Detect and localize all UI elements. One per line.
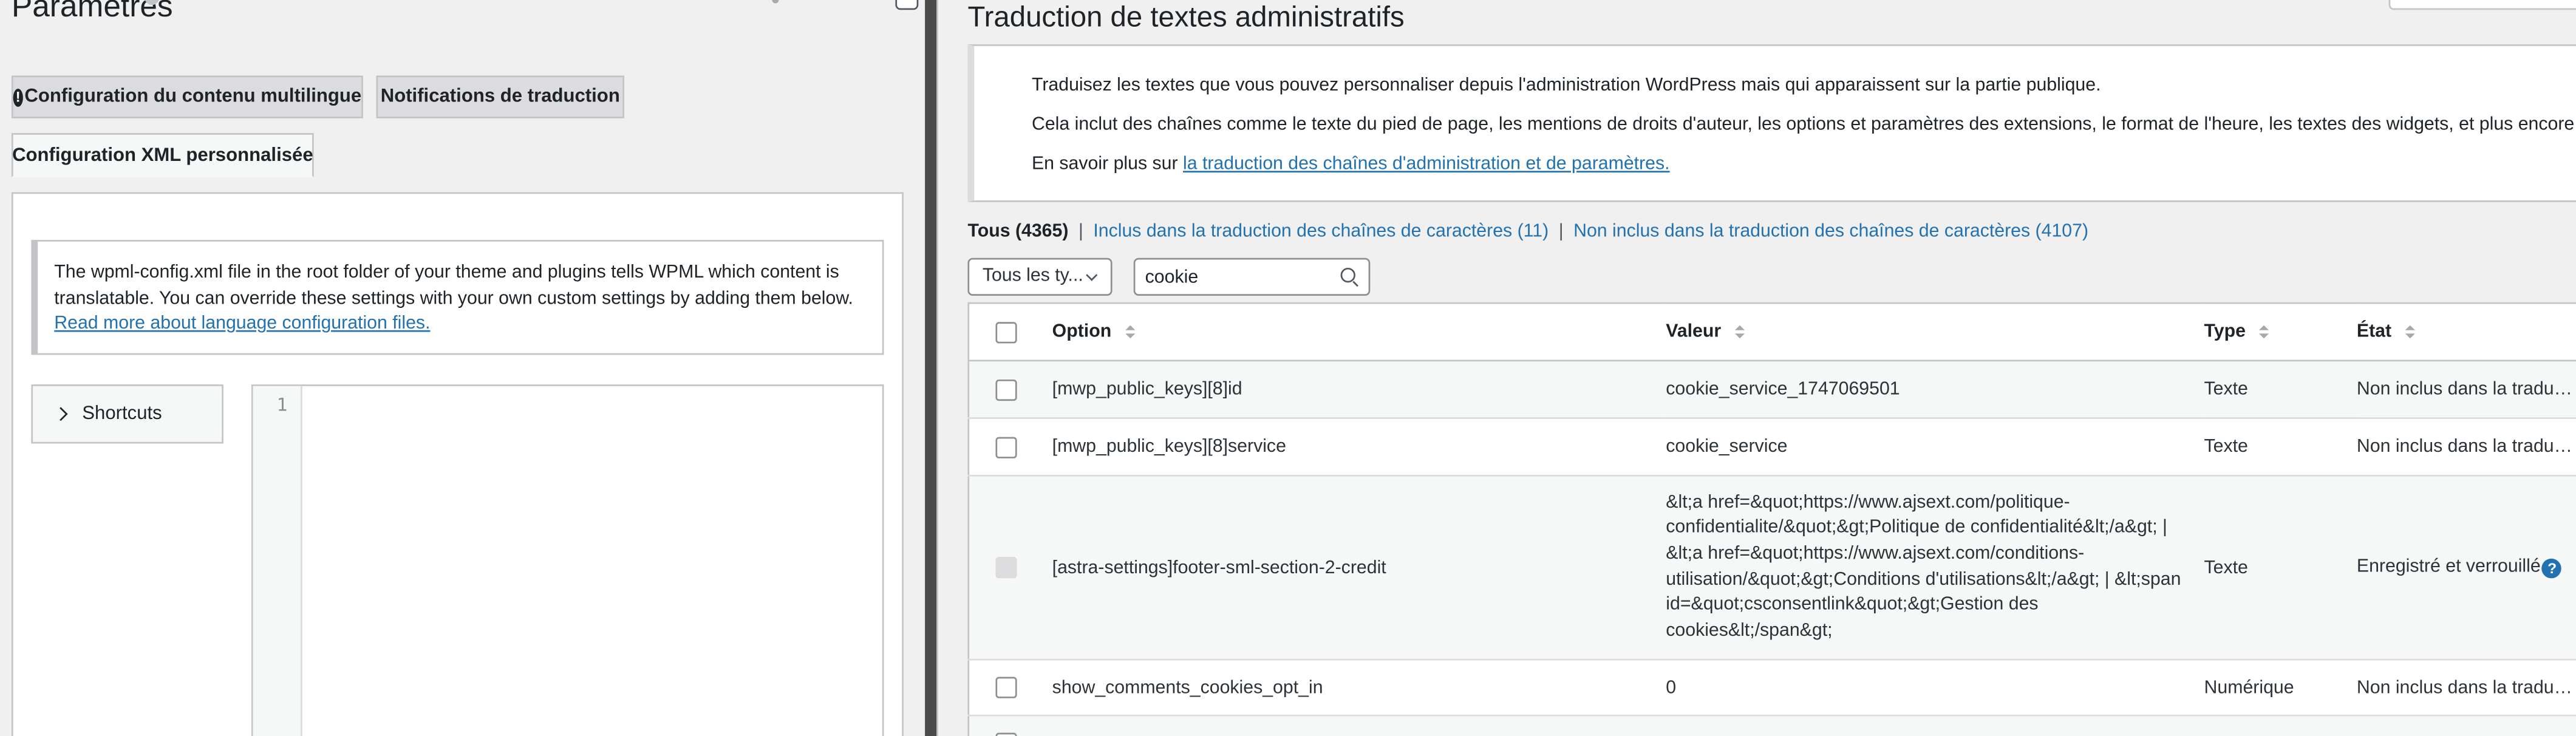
tab-multilingual-label: Configuration du contenu multilingue bbox=[24, 87, 362, 107]
type-filter-selected: Tous les ty... bbox=[982, 266, 1083, 286]
row-checkbox-cell bbox=[969, 361, 1052, 418]
screen-options-button[interactable] bbox=[2388, 0, 2576, 10]
intro-paragraph-2: Cela inclut des chaînes comme le texte d… bbox=[1031, 115, 2576, 135]
row-checkbox-cell bbox=[969, 659, 1052, 715]
status-filter-links: Tous (4365) | Inclus dans la traduction … bbox=[967, 222, 2088, 241]
screen-root: Paramètres ! Configuration du contenu mu… bbox=[0, 0, 2576, 736]
column-value-label: Valeur bbox=[1666, 322, 1722, 342]
filter-included[interactable]: Inclus dans la traduction des chaînes de… bbox=[1093, 222, 1549, 241]
select-all-checkbox[interactable] bbox=[995, 321, 1017, 343]
column-header-value[interactable]: Valeur bbox=[1666, 303, 2204, 361]
header-checkbox-cell bbox=[969, 303, 1052, 361]
row-checkbox[interactable] bbox=[995, 732, 1017, 736]
language-config-docs-link[interactable]: Read more about language configuration f… bbox=[54, 314, 430, 333]
cell-value: 0 bbox=[1666, 677, 1677, 698]
table-row: [mwp_public_keys][8]service cookie_servi… bbox=[968, 418, 2576, 476]
chevron-down-icon bbox=[1086, 269, 1098, 281]
cell-option: [mwp_public_keys][8]id bbox=[1052, 379, 1242, 400]
cell-state bbox=[2357, 715, 2576, 736]
cell-state-text: Non inclus dans la traduction des chaîne… bbox=[2356, 677, 2574, 698]
table-row: [mwp_public_keys][8]id cookie_service_17… bbox=[968, 360, 2576, 418]
cell-type: Texte bbox=[2204, 379, 2248, 400]
sort-arrows-icon bbox=[2404, 325, 2414, 339]
sort-arrows-icon bbox=[1124, 325, 1135, 339]
cell-state-text: Non inclus dans la traduction des chaîne… bbox=[2356, 379, 2574, 400]
table-row: [astra-settings]footer-sml-section-2-cre… bbox=[968, 475, 2576, 660]
editor-line-number: 1 bbox=[276, 394, 288, 416]
row-checkbox[interactable] bbox=[995, 436, 1017, 458]
column-header-state[interactable]: État bbox=[2357, 303, 2576, 361]
chevron-right-icon bbox=[53, 407, 68, 421]
tab-multilingual-content[interactable]: ! Configuration du contenu multilingue bbox=[11, 75, 363, 118]
cell-state: Enregistré et verrouillé? bbox=[2357, 475, 2576, 659]
alert-icon: ! bbox=[13, 87, 23, 106]
panel-toggle-icon[interactable] bbox=[895, 0, 919, 10]
sort-arrows-icon bbox=[1734, 325, 1745, 339]
cell-type bbox=[2204, 715, 2357, 736]
intro-learn-more-prefix: En savoir plus sur bbox=[1031, 154, 1183, 174]
cell-value: &lt;a href=&quot;https://www.ajsext.com/… bbox=[1666, 492, 2181, 641]
admin-strings-docs-link[interactable]: la traduction des chaînes d'administrati… bbox=[1183, 154, 1670, 174]
intro-box: Traduisez les textes que vous pouvez per… bbox=[967, 44, 2576, 202]
cell-option: [astra-settings]footer-sml-section-2-cre… bbox=[1052, 557, 1386, 578]
cell-value: cookie_service bbox=[1666, 437, 1788, 457]
filter-separator: | bbox=[1078, 222, 1083, 242]
settings-panel: Paramètres ! Configuration du contenu mu… bbox=[0, 0, 925, 736]
shortcuts-toggle[interactable]: Shortcuts bbox=[31, 384, 223, 444]
row-checkbox[interactable] bbox=[995, 378, 1017, 400]
tab-custom-xml-label: Configuration XML personnalisée bbox=[12, 145, 313, 165]
table-row: show_comments_cookies_opt_in 0 Numérique… bbox=[968, 659, 2576, 716]
xml-code-editor[interactable]: 1 bbox=[251, 384, 884, 736]
xml-config-notice: The wpml-config.xml file in the root fol… bbox=[31, 239, 884, 355]
filter-all[interactable]: Tous (4365) bbox=[967, 222, 1068, 241]
row-checkbox-cell bbox=[969, 475, 1052, 659]
notice-text: The wpml-config.xml file in the root fol… bbox=[54, 262, 853, 308]
column-state-label: État bbox=[2356, 322, 2392, 342]
intro-paragraph-1: Traduisez les textes que vous pouvez per… bbox=[1031, 75, 2101, 95]
cell-option bbox=[1052, 715, 1666, 736]
search-icon[interactable] bbox=[1340, 267, 1355, 283]
tab-custom-xml-config[interactable]: Configuration XML personnalisée bbox=[11, 133, 314, 178]
cell-option: [mwp_public_keys][8]service bbox=[1052, 437, 1286, 457]
column-option-label: Option bbox=[1052, 322, 1112, 342]
cell-state-text: Enregistré et verrouillé bbox=[2356, 557, 2541, 578]
filter-not-included[interactable]: Non inclus dans la traduction des chaîne… bbox=[1573, 222, 2088, 241]
column-type-label: Type bbox=[2204, 322, 2246, 342]
shortcuts-label: Shortcuts bbox=[82, 404, 162, 424]
panel-dot-icon bbox=[772, 0, 779, 4]
help-icon[interactable]: ? bbox=[2542, 557, 2562, 578]
column-header-type[interactable]: Type bbox=[2204, 303, 2357, 361]
cell-type: Texte bbox=[2204, 557, 2248, 578]
row-checkbox[interactable] bbox=[995, 676, 1017, 698]
filter-separator: | bbox=[1558, 222, 1564, 242]
intro-paragraph-3: En savoir plus sur la traduction des cha… bbox=[1032, 153, 2576, 178]
cell-state-text: Non inclus dans la traduction des chaîne… bbox=[2356, 437, 2574, 457]
cell-type: Texte bbox=[2204, 437, 2248, 457]
tab-notifications-label: Notifications de traduction bbox=[380, 87, 620, 107]
cell-value bbox=[1666, 715, 2204, 736]
sort-arrows-icon bbox=[2258, 325, 2269, 339]
tab-translation-notifications[interactable]: Notifications de traduction bbox=[376, 75, 625, 118]
cell-type: Numérique bbox=[2204, 677, 2294, 698]
admin-strings-table: Option Valeur Type État [mwp_public_keys… bbox=[967, 302, 2576, 736]
cell-state: Non inclus dans la traduction des chaîne… bbox=[2357, 361, 2576, 418]
cell-state: Non inclus dans la traduction des chaîne… bbox=[2357, 418, 2576, 476]
table-row bbox=[968, 715, 2576, 736]
cell-value: cookie_service_1747069501 bbox=[1666, 379, 1900, 400]
admin-strings-panel: Traduction de textes administratifs Trad… bbox=[938, 0, 2576, 736]
cell-state: Non inclus dans la traduction des chaîne… bbox=[2357, 659, 2576, 715]
admin-strings-title: Traduction de textes administratifs bbox=[967, 0, 1405, 33]
column-header-option[interactable]: Option bbox=[1052, 303, 1666, 361]
editor-gutter: 1 bbox=[253, 386, 302, 736]
cell-option: show_comments_cookies_opt_in bbox=[1052, 677, 1323, 698]
search-input[interactable] bbox=[1133, 257, 1371, 296]
row-checkbox-cell bbox=[969, 715, 1052, 736]
type-filter-select[interactable]: Tous les ty... bbox=[967, 257, 1113, 296]
row-checkbox-cell bbox=[969, 418, 1052, 476]
row-checkbox-disabled bbox=[995, 557, 1017, 579]
table-header-row: Option Valeur Type État bbox=[968, 303, 2576, 361]
